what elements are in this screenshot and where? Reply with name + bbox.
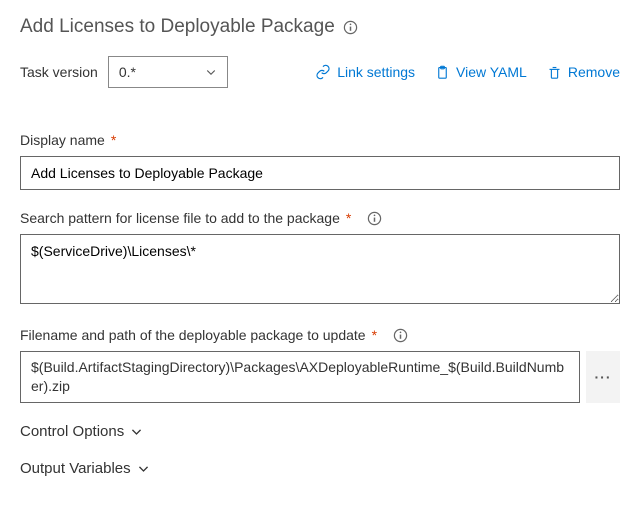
info-icon[interactable] bbox=[393, 328, 408, 343]
link-settings-button[interactable]: Link settings bbox=[315, 64, 415, 80]
filename-label: Filename and path of the deployable pack… bbox=[20, 327, 366, 343]
ellipsis-icon: ··· bbox=[595, 369, 612, 385]
remove-label: Remove bbox=[568, 64, 620, 80]
required-marker: * bbox=[346, 210, 351, 226]
task-version-label: Task version bbox=[20, 64, 98, 80]
search-pattern-input[interactable] bbox=[20, 234, 620, 304]
link-settings-label: Link settings bbox=[337, 64, 415, 80]
display-name-input[interactable] bbox=[20, 156, 620, 190]
remove-button[interactable]: Remove bbox=[547, 64, 620, 80]
chevron-down-icon bbox=[137, 462, 150, 475]
chevron-down-icon bbox=[205, 66, 217, 78]
trash-icon bbox=[547, 65, 562, 80]
browse-button[interactable]: ··· bbox=[586, 351, 620, 403]
task-version-dropdown[interactable]: 0.* bbox=[108, 56, 228, 88]
output-variables-label: Output Variables bbox=[20, 460, 131, 477]
required-marker: * bbox=[111, 132, 116, 148]
page-title: Add Licenses to Deployable Package bbox=[20, 16, 335, 38]
chevron-down-icon bbox=[130, 425, 143, 438]
control-options-section[interactable]: Control Options bbox=[20, 423, 620, 440]
required-marker: * bbox=[372, 327, 377, 343]
output-variables-section[interactable]: Output Variables bbox=[20, 460, 620, 477]
view-yaml-label: View YAML bbox=[456, 64, 527, 80]
link-icon bbox=[315, 64, 331, 80]
task-version-value: 0.* bbox=[119, 64, 136, 80]
info-icon[interactable] bbox=[343, 20, 358, 35]
clipboard-icon bbox=[435, 65, 450, 80]
control-options-label: Control Options bbox=[20, 423, 124, 440]
info-icon[interactable] bbox=[367, 211, 382, 226]
display-name-label: Display name bbox=[20, 132, 105, 148]
search-pattern-label: Search pattern for license file to add t… bbox=[20, 210, 340, 226]
view-yaml-button[interactable]: View YAML bbox=[435, 64, 527, 80]
filename-input[interactable]: $(Build.ArtifactStagingDirectory)\Packag… bbox=[20, 351, 580, 403]
